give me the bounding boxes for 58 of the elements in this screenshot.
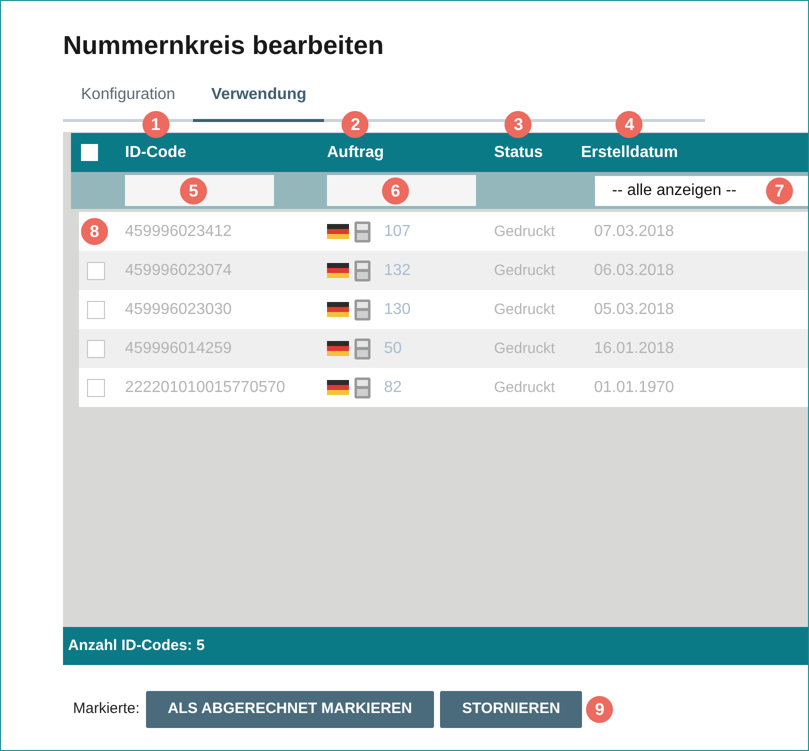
document-icon — [354, 376, 371, 398]
table-row[interactable]: 459996023074 132 Gedruckt 06.03.2018 — [79, 251, 808, 290]
column-header[interactable]: ID-Code — [125, 144, 186, 160]
document-icon — [354, 338, 371, 360]
callout-marker: 4 — [616, 110, 643, 138]
id-code-cell: 222201010015770570 — [125, 378, 286, 396]
row-checkbox[interactable] — [87, 262, 105, 280]
column-header[interactable]: Status — [494, 144, 543, 160]
table-row[interactable]: 8 459996023412 107 Gedruckt 07.03.2018 — [79, 212, 808, 251]
callout-marker: 8 — [81, 218, 108, 245]
table-row[interactable]: 459996023030 130 Gedruckt 05.03.2018 — [79, 290, 808, 329]
document-icon — [354, 260, 371, 282]
selection-label: Markierte: — [73, 699, 140, 720]
order-link[interactable]: 107 — [384, 220, 411, 244]
status-cell: Gedruckt — [494, 378, 555, 396]
id-code-cell: 459996014259 — [125, 340, 232, 356]
tab[interactable]: Verwendung — [193, 83, 324, 122]
column-header[interactable]: Erstelldatum — [581, 144, 678, 160]
id-code-cell: 459996023030 — [125, 300, 232, 318]
status-cell: Gedruckt — [494, 300, 555, 318]
callout-marker: 9 — [586, 696, 614, 723]
document-icon — [354, 220, 371, 242]
callout-marker: 1 — [142, 110, 170, 138]
order-link[interactable]: 130 — [384, 298, 411, 322]
date-cell: 16.01.2018 — [594, 340, 674, 356]
document-icon — [354, 298, 371, 320]
flag-icon — [327, 380, 349, 395]
order-link[interactable]: 50 — [384, 336, 402, 360]
id-code-cell: 459996023412 — [125, 222, 232, 240]
status-cell: Gedruckt — [494, 340, 555, 356]
status-cell: Gedruckt — [494, 262, 555, 278]
order-link[interactable]: 82 — [384, 376, 402, 400]
select-all-checkbox[interactable] — [81, 144, 98, 161]
flag-icon — [327, 341, 349, 356]
callout-marker: 2 — [342, 110, 369, 138]
flag-icon — [327, 224, 349, 239]
table-row[interactable]: 459996014259 50 Gedruckt 16.01.2018 — [79, 329, 808, 368]
flag-icon — [327, 263, 349, 278]
status-cell: Gedruckt — [494, 222, 555, 240]
page-title: Nummernkreis bearbeiten — [63, 29, 385, 61]
filter-input[interactable] — [327, 175, 476, 206]
column-header[interactable]: Auftrag — [327, 144, 384, 160]
row-checkbox[interactable] — [87, 340, 105, 358]
action-button[interactable]: STORNIEREN — [440, 691, 582, 728]
flag-icon — [327, 302, 349, 317]
order-link[interactable]: 132 — [384, 258, 411, 282]
date-cell: 05.03.2018 — [594, 300, 674, 318]
date-cell: 06.03.2018 — [594, 262, 674, 278]
date-cell: 01.01.1970 — [594, 378, 674, 396]
callout-marker: 3 — [504, 110, 532, 138]
date-cell: 07.03.2018 — [594, 222, 674, 240]
filter-input[interactable] — [125, 175, 274, 206]
row-checkbox[interactable] — [87, 300, 105, 318]
count-label: Anzahl ID-Codes: 5 — [68, 636, 205, 656]
table-row[interactable]: 222201010015770570 82 Gedruckt 01.01.1970 — [79, 368, 808, 407]
row-checkbox[interactable] — [87, 378, 105, 396]
id-code-cell: 459996023074 — [125, 262, 232, 278]
action-button[interactable]: ALS ABGERECHNET MARKIEREN — [146, 691, 434, 728]
